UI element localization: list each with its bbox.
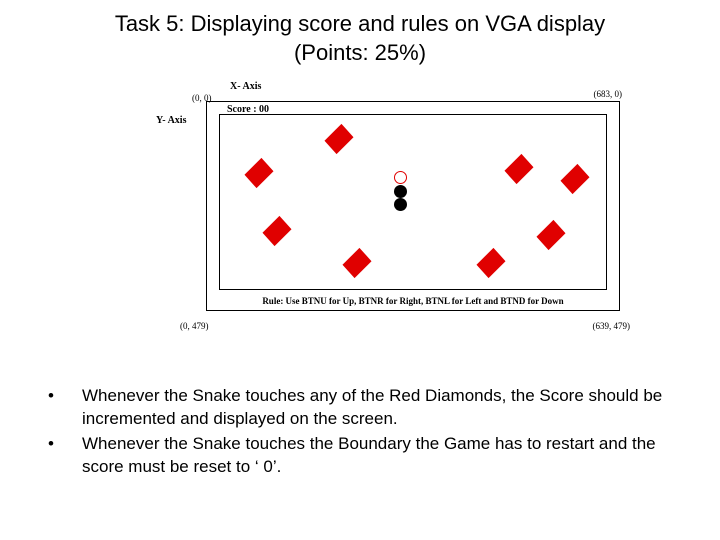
bullet-marker: • [48,433,82,479]
diamond-icon [536,220,565,250]
bullet-text: Whenever the Snake touches the Boundary … [82,433,700,479]
snake-body-icon [394,185,407,198]
vga-play-area [219,114,607,290]
diamond-icon [262,216,291,246]
bullet-item: • Whenever the Snake touches any of the … [20,385,700,431]
snake-body-icon [394,198,407,211]
diamond-icon [342,248,371,278]
diamond-icon [324,124,353,154]
coord-top-right: (683, 0) [594,89,623,99]
bullet-text: Whenever the Snake touches any of the Re… [82,385,700,431]
coord-bottom-left: (0, 479) [180,321,209,331]
diamond-icon [244,158,273,188]
snake-head-icon [394,171,407,184]
y-axis-label: Y- Axis [156,115,186,126]
diamond-icon [476,248,505,278]
title-line-1: Task 5: Displaying score and rules on VG… [115,11,605,36]
title-line-2: (Points: 25%) [294,40,426,65]
rule-text: Rule: Use BTNU for Up, BTNR for Right, B… [207,296,619,306]
bullet-item: • Whenever the Snake touches the Boundar… [20,433,700,479]
bullet-marker: • [48,385,82,431]
bullet-list: • Whenever the Snake touches any of the … [20,385,700,479]
vga-figure: X- Axis (0, 0) (683, 0) Y- Axis (0, 479)… [80,85,640,325]
diamond-icon [504,154,533,184]
vga-outer-box: Score : 00 Rule: Use BTNU for Up, BTNR f… [206,101,620,311]
slide-title: Task 5: Displaying score and rules on VG… [0,0,720,67]
diamond-icon [560,164,589,194]
x-axis-label: X- Axis [230,81,261,92]
coord-bottom-right: (639, 479) [593,321,631,331]
